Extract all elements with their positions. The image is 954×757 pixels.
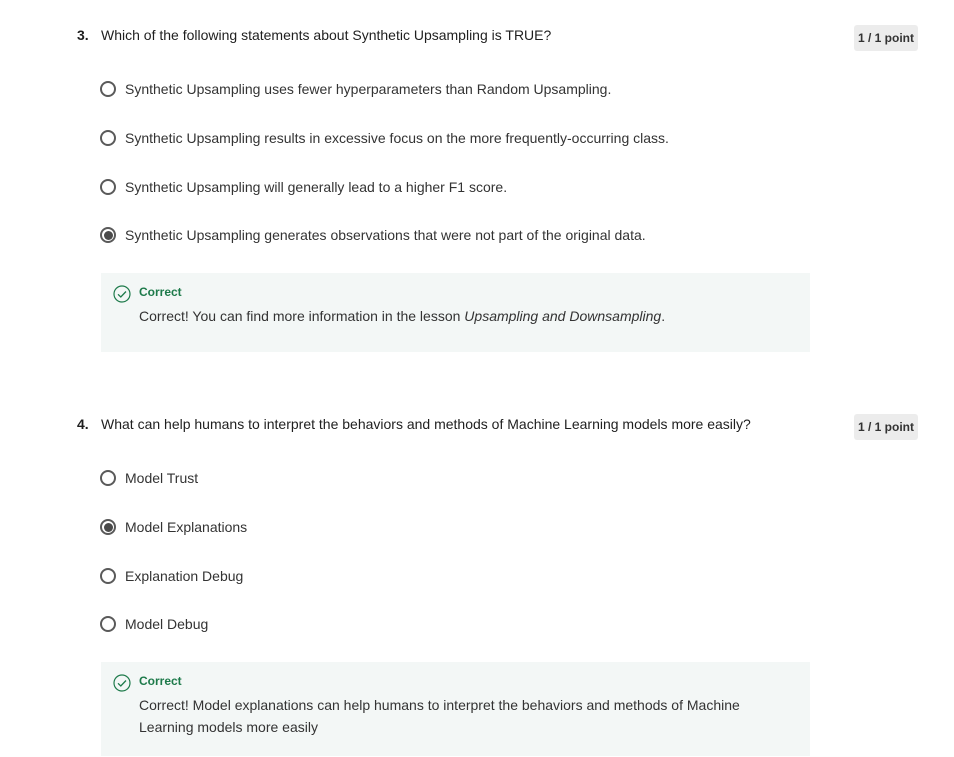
question-text: Which of the following statements about … [101,27,552,43]
option-label: Synthetic Upsampling will generally lead… [125,179,508,195]
radio-icon[interactable] [100,179,116,195]
radio-icon[interactable] [100,130,116,146]
radio-icon[interactable] [100,81,116,97]
check-circle-icon [113,674,131,692]
points-badge: 1 / 1 point [854,414,918,440]
radio-icon[interactable] [100,616,116,632]
question-text: What can help humans to interpret the be… [101,416,751,432]
option-label: Model Trust [125,470,199,486]
radio-icon[interactable] [100,470,116,486]
feedback-title: Correct [139,285,182,299]
feedback-panel: Correct Correct! You can find more infor… [101,273,810,352]
option-label: Synthetic Upsampling generates observati… [125,227,646,243]
option-label: Model Debug [125,616,209,632]
radio-icon[interactable] [100,519,116,535]
lesson-reference: Upsampling and Downsampling [464,308,662,324]
option-3[interactable]: Synthetic Upsampling will generally lead… [100,176,507,198]
feedback-panel: Correct Correct! Model explanations can … [101,662,810,756]
option-2[interactable]: Synthetic Upsampling results in excessiv… [100,127,669,149]
question-number: 3. [77,27,89,43]
option-1[interactable]: Synthetic Upsampling uses fewer hyperpar… [100,78,611,100]
points-badge: 1 / 1 point [854,25,918,51]
question-number: 4. [77,416,89,432]
check-circle-icon [113,285,131,303]
feedback-text: Correct! You can find more information i… [139,308,666,324]
option-label: Model Explanations [125,519,248,535]
option-4[interactable]: Synthetic Upsampling generates observati… [100,224,646,246]
radio-icon[interactable] [100,568,116,584]
option-label: Synthetic Upsampling results in excessiv… [125,130,669,146]
feedback-text: Correct! Model explanations can help hum… [139,697,740,735]
option-2[interactable]: Model Explanations [100,516,247,538]
option-3[interactable]: Explanation Debug [100,565,243,587]
option-label: Explanation Debug [125,568,244,584]
option-1[interactable]: Model Trust [100,467,198,489]
option-4[interactable]: Model Debug [100,613,208,635]
radio-icon[interactable] [100,227,116,243]
option-label: Synthetic Upsampling uses fewer hyperpar… [125,81,612,97]
feedback-title: Correct [139,674,182,688]
